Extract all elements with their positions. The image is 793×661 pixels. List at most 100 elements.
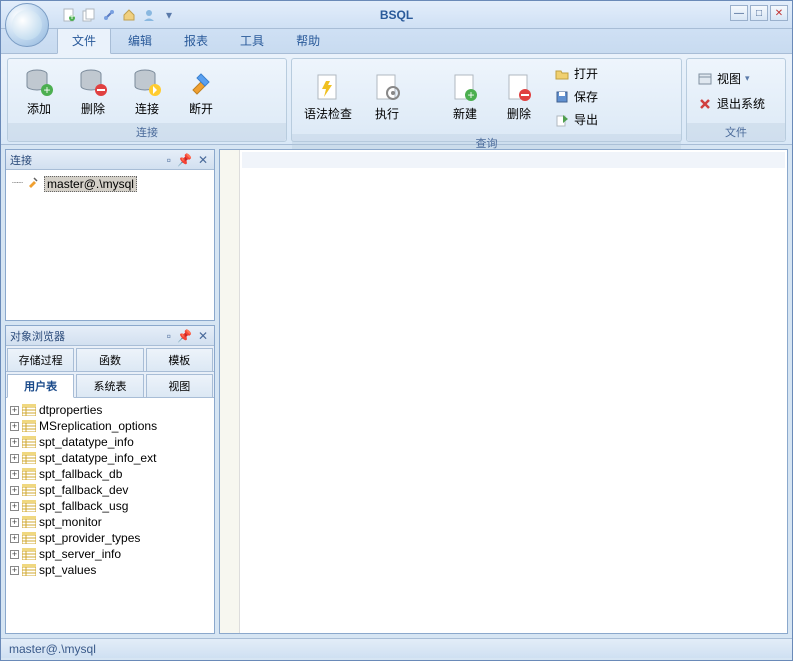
qat-dropdown-icon[interactable]: ▾	[161, 7, 177, 23]
exit-icon	[697, 96, 713, 112]
svg-text:+: +	[68, 9, 75, 22]
page-lightning-icon	[312, 71, 344, 103]
list-item[interactable]: +spt_server_info	[8, 546, 212, 562]
panel-pin-icon[interactable]: 📌	[175, 153, 194, 167]
disconnect-button[interactable]: 断开	[176, 62, 226, 121]
object-browser-panel: 对象浏览器 ▫ 📌 ✕ 存储过程 函数 模板 用户表 系统表 视图	[5, 325, 215, 634]
list-item[interactable]: +spt_provider_types	[8, 530, 212, 546]
qat-link-icon[interactable]	[101, 7, 117, 23]
object-tabs: 存储过程 函数 模板 用户表 系统表 视图	[6, 346, 214, 398]
table-name: dtproperties	[39, 403, 102, 417]
panel-pin-icon[interactable]: 📌	[175, 329, 194, 343]
ribbon-group-query: 语法检查 执行 + 新建 删除 打开	[291, 58, 682, 142]
ribbon: + 添加 删除 连接 断开 连接 语法检查	[1, 53, 792, 145]
expand-icon[interactable]: +	[10, 406, 19, 415]
syntax-label: 语法检查	[304, 105, 352, 122]
window-controls: — □ ✕	[730, 5, 788, 21]
list-item[interactable]: + dtproperties	[8, 402, 212, 418]
tab-system-table[interactable]: 系统表	[76, 374, 143, 397]
export-button[interactable]: 导出	[550, 109, 602, 130]
tab-tool[interactable]: 工具	[225, 27, 279, 53]
panel-close-icon[interactable]: ✕	[196, 329, 210, 343]
expand-icon[interactable]: +	[10, 486, 19, 495]
execute-button[interactable]: 执行	[362, 67, 412, 126]
panel-close-icon[interactable]: ✕	[196, 153, 210, 167]
tab-view[interactable]: 视图	[146, 374, 213, 397]
maximize-button[interactable]: □	[750, 5, 768, 21]
tree-dots-icon: ┈┈	[12, 178, 22, 189]
view-button[interactable]: 视图 ▾	[693, 68, 779, 89]
qat-new-page-icon[interactable]: +	[61, 7, 77, 23]
list-item[interactable]: +spt_monitor	[8, 514, 212, 530]
list-item[interactable]: +spt_datatype_info_ext	[8, 450, 212, 466]
qat-user-icon[interactable]	[141, 7, 157, 23]
expand-icon[interactable]: +	[10, 502, 19, 511]
qat-copy-icon[interactable]	[81, 7, 97, 23]
expand-icon[interactable]: +	[10, 566, 19, 575]
table-icon	[22, 564, 36, 576]
qat-home-icon[interactable]	[121, 7, 137, 23]
list-item[interactable]: + spt_fallback_db	[8, 466, 212, 482]
save-label: 保存	[574, 88, 598, 105]
sql-editor[interactable]	[219, 149, 788, 634]
quick-access-toolbar: + ▾	[61, 7, 177, 23]
add-connection-button[interactable]: + 添加	[14, 62, 64, 121]
new-label: 新建	[453, 105, 477, 122]
plug-icon	[26, 175, 40, 192]
object-list[interactable]: +dtproperties+MSreplication_options+spt_…	[6, 398, 214, 633]
expand-icon[interactable]: +	[10, 422, 19, 431]
syntax-check-button[interactable]: 语法检查	[298, 67, 358, 126]
expand-icon[interactable]: +	[10, 518, 19, 527]
tab-user-table[interactable]: 用户表	[7, 374, 74, 398]
close-button[interactable]: ✕	[770, 5, 788, 21]
new-query-button[interactable]: + 新建	[440, 67, 490, 126]
database-connect-icon	[131, 66, 163, 98]
connect-button[interactable]: 连接	[122, 62, 172, 121]
expand-icon[interactable]: +	[10, 438, 19, 447]
minimize-button[interactable]: —	[730, 5, 748, 21]
view-label: 视图	[717, 70, 741, 87]
expand-icon[interactable]: +	[10, 454, 19, 463]
disconnect-label: 断开	[189, 100, 213, 117]
tab-template[interactable]: 模板	[146, 348, 213, 371]
disk-save-icon	[554, 89, 570, 105]
list-item[interactable]: +spt_fallback_dev	[8, 482, 212, 498]
panel-dropdown-icon[interactable]: ▫	[165, 329, 173, 343]
table-icon	[22, 500, 36, 512]
delete-connection-button[interactable]: 删除	[68, 62, 118, 121]
table-icon	[22, 404, 36, 416]
database-add-icon: +	[23, 66, 55, 98]
list-item[interactable]: +spt_values	[8, 562, 212, 578]
expand-icon[interactable]: +	[10, 550, 19, 559]
tab-stored-proc[interactable]: 存储过程	[7, 348, 74, 371]
expand-icon[interactable]: +	[10, 534, 19, 543]
open-button[interactable]: 打开	[550, 63, 602, 84]
titlebar: + ▾ BSQL — □ ✕	[1, 1, 792, 29]
list-item[interactable]: +spt_datatype_info	[8, 434, 212, 450]
delete-query-button[interactable]: 删除	[494, 67, 544, 126]
tab-help[interactable]: 帮助	[281, 27, 335, 53]
table-name: spt_fallback_db	[39, 467, 122, 481]
tab-file[interactable]: 文件	[57, 27, 111, 54]
tab-edit[interactable]: 编辑	[113, 27, 167, 53]
panel-dropdown-icon[interactable]: ▫	[165, 153, 173, 167]
editor-gutter	[220, 150, 240, 633]
tab-function[interactable]: 函数	[76, 348, 143, 371]
folder-open-icon	[554, 66, 570, 82]
table-icon	[22, 532, 36, 544]
save-button[interactable]: 保存	[550, 86, 602, 107]
app-menu-button[interactable]	[5, 3, 49, 47]
expand-icon[interactable]: +	[10, 470, 19, 479]
tab-report[interactable]: 报表	[169, 27, 223, 53]
table-icon	[22, 484, 36, 496]
list-item[interactable]: +spt_fallback_usg	[8, 498, 212, 514]
list-item[interactable]: +MSreplication_options	[8, 418, 212, 434]
tree-node-master[interactable]: ┈┈ master@.\mysql	[10, 174, 210, 193]
app-title: BSQL	[380, 8, 413, 22]
page-gear-icon	[371, 71, 403, 103]
connection-panel-header: 连接 ▫ 📌 ✕	[6, 150, 214, 170]
connection-tree[interactable]: ┈┈ master@.\mysql	[6, 170, 214, 320]
connection-panel: 连接 ▫ 📌 ✕ ┈┈ master@.\mysql	[5, 149, 215, 321]
delete-label: 删除	[81, 100, 105, 117]
exit-button[interactable]: 退出系统	[693, 93, 779, 114]
